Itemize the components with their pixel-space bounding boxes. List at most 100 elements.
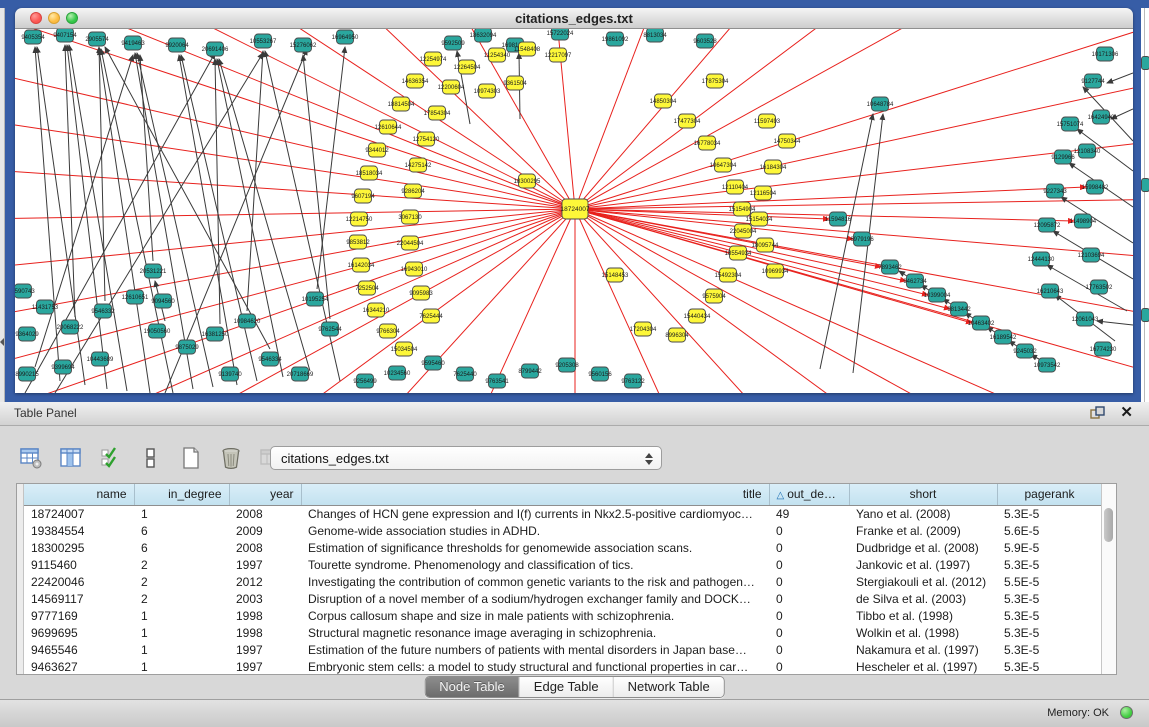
- network-node[interactable]: 9603528: [693, 34, 717, 48]
- network-node[interactable]: 8813034: [643, 29, 667, 42]
- network-node[interactable]: 12754120: [413, 132, 440, 146]
- network-canvas[interactable]: 9405354940715429055749419463992006420691…: [15, 29, 1133, 393]
- column-header-year[interactable]: year: [229, 484, 301, 505]
- network-node[interactable]: 16381250: [202, 327, 229, 341]
- table-row[interactable]: 1456911722003Disruption of a novel membe…: [24, 590, 1102, 607]
- network-node[interactable]: 9592509: [441, 36, 465, 50]
- table-row[interactable]: 911546021997Tourette syndrome. Phenomeno…: [24, 556, 1102, 573]
- network-node[interactable]: 10399004: [924, 288, 951, 302]
- network-node[interactable]: 7590743: [15, 284, 35, 298]
- network-node[interactable]: 10234560: [384, 366, 411, 380]
- network-node[interactable]: 9095983: [409, 286, 433, 300]
- table-settings-icon[interactable]: [18, 445, 44, 471]
- table-row[interactable]: 946362711997Embryonic stem cells: a mode…: [24, 658, 1102, 675]
- tab-node-table[interactable]: Node Table: [425, 677, 520, 697]
- network-node[interactable]: 17854304: [424, 106, 451, 120]
- network-node[interactable]: 20531221: [140, 264, 167, 278]
- network-node[interactable]: 12214750: [346, 212, 373, 226]
- column-header-out-de-[interactable]: △out_de…: [769, 484, 849, 505]
- network-node[interactable]: 9364029: [15, 327, 39, 341]
- network-node[interactable]: 12264504: [454, 60, 481, 74]
- network-node[interactable]: 12610651: [122, 290, 149, 304]
- network-node[interactable]: 9256499: [353, 374, 377, 388]
- network-node[interactable]: 9094560: [151, 294, 175, 308]
- network-node[interactable]: 9419463: [121, 36, 145, 50]
- splitter-collapse-arrow[interactable]: [0, 338, 4, 346]
- tab-edge-table[interactable]: Edge Table: [520, 677, 614, 697]
- delete-icon[interactable]: [218, 445, 244, 471]
- network-node[interactable]: 9762544: [318, 322, 342, 336]
- network-node[interactable]: 9575904: [702, 289, 726, 303]
- network-node[interactable]: 8799442: [518, 364, 542, 378]
- network-node[interactable]: 17204304: [630, 322, 657, 336]
- network-node[interactable]: 22044504: [397, 236, 424, 250]
- network-node[interactable]: 12254974: [420, 52, 447, 66]
- network-node[interactable]: 9129966: [1051, 150, 1075, 164]
- network-node[interactable]: 14850304: [650, 94, 677, 108]
- network-node[interactable]: 15440434: [684, 309, 711, 323]
- scrollbar-thumb[interactable]: [1104, 508, 1113, 542]
- column-header-in-degree[interactable]: in_degree: [134, 484, 229, 505]
- network-node[interactable]: 2905574: [85, 32, 109, 46]
- column-header-short[interactable]: short: [849, 484, 997, 505]
- network-node[interactable]: 9813442: [947, 302, 971, 316]
- network-node[interactable]: 16964950: [332, 30, 359, 44]
- network-node[interactable]: 12444130: [1028, 252, 1055, 266]
- network-node[interactable]: 7625444: [419, 309, 443, 323]
- network-node[interactable]: 12108340: [1074, 144, 1101, 158]
- network-node[interactable]: 9344012: [365, 143, 389, 157]
- network-node[interactable]: 9766304: [376, 324, 400, 338]
- network-node[interactable]: 9399694: [51, 360, 75, 374]
- float-panel-icon[interactable]: [1090, 406, 1105, 420]
- network-node[interactable]: 8996304: [665, 328, 689, 342]
- column-header-name[interactable]: name: [24, 484, 134, 505]
- network-node[interactable]: 9462734: [903, 274, 927, 288]
- table-selector-dropdown[interactable]: citations_edges.txt: [270, 446, 662, 470]
- network-node[interactable]: 10973542: [1034, 358, 1061, 372]
- column-header-title[interactable]: title: [301, 484, 769, 505]
- network-node[interactable]: 10171306: [1092, 47, 1119, 61]
- table-row[interactable]: 2242004622012Investigating the contribut…: [24, 573, 1102, 590]
- table-row[interactable]: 969969511998Structural magnetic resonanc…: [24, 624, 1102, 641]
- network-node[interactable]: 17875304: [702, 74, 729, 88]
- network-node[interactable]: 8990215: [15, 367, 39, 381]
- network-node[interactable]: 16774230: [1090, 342, 1117, 356]
- network-node[interactable]: 18724007: [561, 199, 590, 219]
- network-node[interactable]: 9405354: [21, 30, 45, 44]
- table-row[interactable]: 1938455462009Genome-wide association stu…: [24, 522, 1102, 539]
- network-node[interactable]: 9875029: [175, 340, 199, 354]
- network-node[interactable]: 9139740: [218, 367, 242, 381]
- network-node[interactable]: 9595460: [421, 356, 445, 370]
- network-node[interactable]: 16344210: [363, 303, 390, 317]
- network-node[interactable]: 16142034: [348, 258, 375, 272]
- network-node[interactable]: 18518034: [356, 166, 383, 180]
- network-node[interactable]: 16184304: [760, 160, 787, 174]
- network-node[interactable]: 15751074: [1057, 117, 1084, 131]
- network-node[interactable]: 17477304: [674, 114, 701, 128]
- table-row[interactable]: 1872400712008Changes of HCN gene express…: [24, 505, 1102, 522]
- network-node[interactable]: 15492304: [715, 268, 742, 282]
- network-node[interactable]: 16189542: [990, 330, 1017, 344]
- network-node[interactable]: 10195254: [302, 292, 329, 306]
- network-node[interactable]: 16424940: [1088, 110, 1115, 124]
- network-node[interactable]: 10553267: [250, 34, 277, 48]
- network-node[interactable]: 9607194: [351, 189, 375, 203]
- network-node[interactable]: 9245032: [1013, 344, 1037, 358]
- network-node[interactable]: 10463402: [968, 316, 995, 330]
- network-node[interactable]: 15148453: [602, 268, 629, 282]
- network-node[interactable]: 11498904: [1070, 214, 1097, 228]
- network-node[interactable]: 9407154: [53, 29, 77, 42]
- network-node[interactable]: 20691406: [202, 42, 229, 56]
- network-node[interactable]: 9127744: [1081, 74, 1105, 88]
- table-row[interactable]: 1830029562008Estimation of significance …: [24, 539, 1102, 556]
- network-node[interactable]: 19050560: [144, 324, 171, 338]
- network-node[interactable]: 9546332: [91, 304, 115, 318]
- new-table-icon[interactable]: [178, 445, 204, 471]
- show-columns-icon[interactable]: [58, 445, 84, 471]
- network-node[interactable]: 12217097: [545, 48, 572, 62]
- row-height-icon[interactable]: [138, 445, 164, 471]
- close-panel-icon[interactable]: ✕: [1120, 404, 1133, 422]
- network-node[interactable]: 10443689: [87, 352, 114, 366]
- network-node[interactable]: 7625440: [453, 367, 477, 381]
- network-node[interactable]: 9227343: [1043, 184, 1067, 198]
